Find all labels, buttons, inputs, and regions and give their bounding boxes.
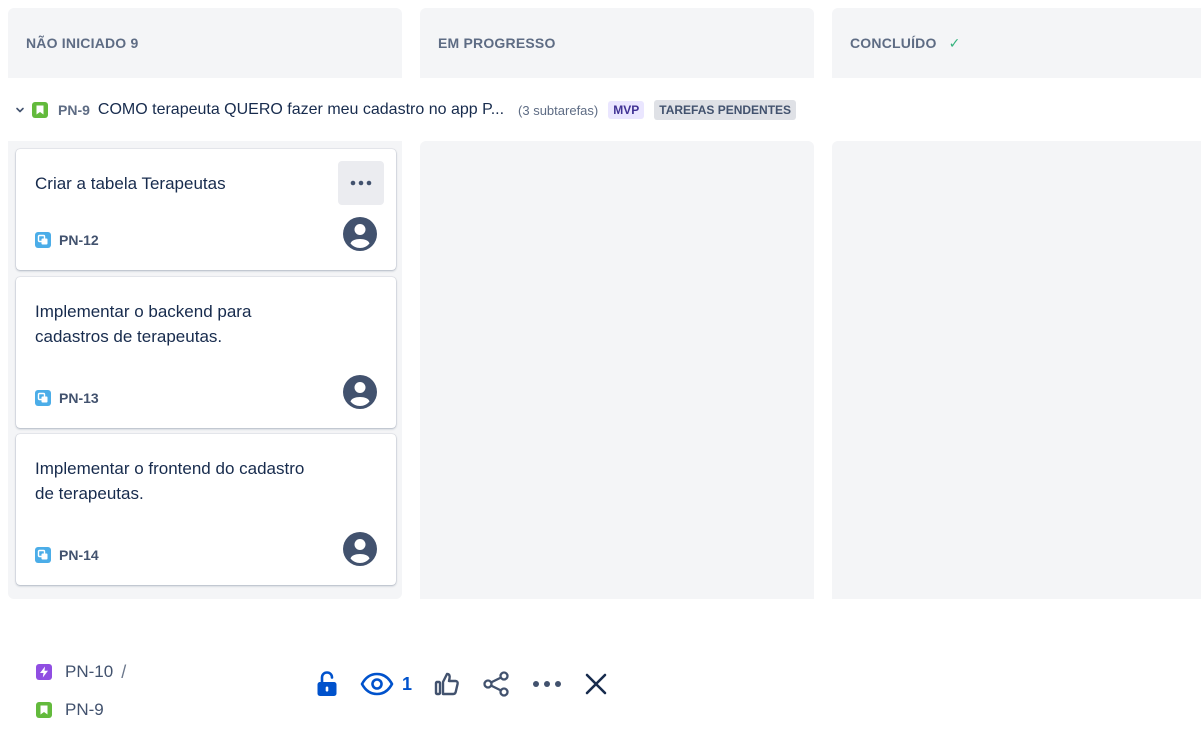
thumbs-up-icon	[434, 672, 459, 696]
card-footer: PN-14	[35, 547, 99, 563]
issue-toolbar: 1	[316, 664, 630, 704]
share-icon	[483, 671, 509, 697]
subtask-icon	[35, 390, 51, 406]
card-issue-key[interactable]: PN-12	[59, 232, 99, 248]
chevron-down-icon[interactable]	[12, 102, 28, 118]
issue-card[interactable]: Implementar o frontend do cadastro de te…	[16, 434, 396, 585]
more-icon	[533, 681, 562, 687]
column-title: CONCLUÍDO	[850, 35, 937, 51]
column-header-done: CONCLUÍDO ✓	[832, 8, 1201, 78]
breadcrumb: PN-10 / PN-9	[36, 660, 126, 733]
breadcrumb-separator: /	[121, 661, 127, 682]
epic-icon	[36, 664, 52, 680]
check-icon: ✓	[948, 34, 961, 51]
issue-card[interactable]: Implementar o backend para cadastros de …	[16, 277, 396, 428]
story-icon	[32, 102, 48, 118]
card-title: Implementar o frontend do cadastro de te…	[35, 459, 305, 503]
subtask-icon	[35, 232, 51, 248]
card-title: Criar a tabela Terapeutas	[35, 174, 226, 193]
column-header-not-started: NÃO INICIADO 9	[8, 8, 402, 78]
vote-button[interactable]	[434, 671, 460, 697]
avatar-icon[interactable]	[342, 531, 378, 567]
avatar-icon[interactable]	[342, 216, 378, 252]
card-footer: PN-13	[35, 390, 99, 406]
more-actions-button[interactable]	[532, 680, 562, 688]
restrict-button[interactable]	[316, 670, 338, 698]
watch-button[interactable]: 1	[360, 672, 412, 696]
card-more-button[interactable]	[338, 161, 384, 205]
breadcrumb-parent[interactable]: PN-10 /	[36, 660, 126, 684]
column-header-in-progress: EM PROGRESSO	[420, 8, 814, 78]
swimlane-header[interactable]: PN-9 COMO terapeuta QUERO fazer meu cada…	[12, 95, 797, 125]
subtask-icon	[35, 547, 51, 563]
subtask-count: (3 subtarefas)	[518, 102, 599, 118]
breadcrumb-current-key[interactable]: PN-9	[65, 700, 104, 720]
card-issue-key[interactable]: PN-14	[59, 547, 99, 563]
status-badge: TAREFAS PENDENTES	[654, 100, 797, 120]
card-issue-key[interactable]: PN-13	[59, 390, 99, 406]
column-body-done	[832, 141, 1201, 599]
column-title: EM PROGRESSO	[438, 35, 556, 51]
column-body-in-progress	[420, 141, 814, 599]
card-title: Implementar o backend para cadastros de …	[35, 302, 252, 346]
swimlane-summary: COMO terapeuta QUERO fazer meu cadastro …	[97, 101, 505, 118]
breadcrumb-current[interactable]: PN-9	[36, 698, 126, 722]
label-badge: MVP	[608, 101, 645, 119]
watch-count: 1	[402, 673, 413, 694]
eye-icon	[360, 672, 394, 696]
swimlane-issue-key[interactable]: PN-9	[58, 102, 90, 118]
close-icon	[585, 673, 607, 695]
breadcrumb-parent-key[interactable]: PN-10	[65, 662, 113, 682]
share-button[interactable]	[482, 671, 510, 697]
card-footer: PN-12	[35, 232, 99, 248]
avatar-icon[interactable]	[342, 374, 378, 410]
issue-card[interactable]: Criar a tabela Terapeutas PN-12	[16, 149, 396, 270]
column-title: NÃO INICIADO 9	[26, 35, 139, 51]
close-button[interactable]	[584, 672, 608, 696]
more-icon	[350, 180, 372, 186]
unlock-icon	[317, 671, 337, 696]
story-icon	[36, 702, 52, 718]
